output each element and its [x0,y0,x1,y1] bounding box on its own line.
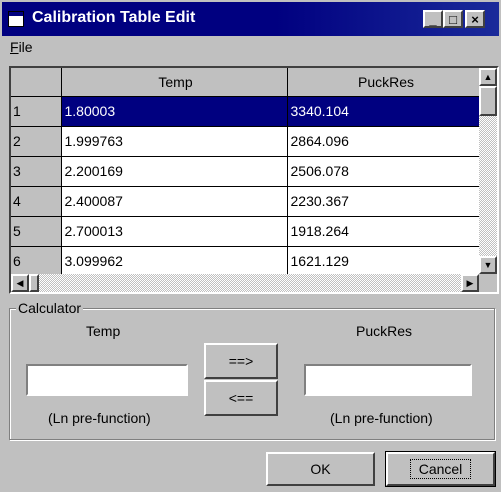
grid-corner [11,68,62,97]
calibration-window: Calibration Table Edit _ □ × File Temp P… [0,0,501,492]
menu-file[interactable]: File [10,39,33,55]
scroll-up-button[interactable]: ▲ [479,68,497,86]
convert-to-temp-label: <== [228,390,254,406]
window-icon [8,11,24,27]
ok-label: OK [310,461,331,477]
table-row[interactable]: 5 2.700013 1918.264 [11,216,483,247]
temp-cell[interactable]: 2.700013 [61,216,288,247]
puckres-cell[interactable]: 3340.104 [287,96,483,127]
temp-cell[interactable]: 3.099962 [61,246,288,277]
row-header[interactable]: 4 [11,186,62,217]
title-bar[interactable]: Calibration Table Edit _ □ × [2,2,499,36]
puckres-cell[interactable]: 1621.129 [287,246,483,277]
scroll-down-icon: ▼ [483,260,493,270]
ok-button[interactable]: OK [266,452,375,486]
convert-to-puckres-label: ==> [228,353,254,369]
temp-cell[interactable]: 1.80003 [61,96,288,127]
row-header[interactable]: 6 [11,246,62,277]
temp-cell[interactable]: 2.200169 [61,156,288,187]
column-header-puckres[interactable]: PuckRes [287,68,483,97]
minimize-icon: _ [429,11,437,27]
table-row[interactable]: 6 3.099962 1621.129 [11,246,483,277]
menu-bar: File [2,36,499,60]
maximize-button[interactable]: □ [443,10,463,28]
grid-header-row: Temp PuckRes [11,68,483,97]
scroll-right-button[interactable]: ▶ [461,274,479,292]
cancel-button[interactable]: Cancel [385,451,496,487]
scroll-up-icon: ▲ [483,72,493,82]
calculator-group-label: Calculator [16,300,84,316]
vertical-scroll-thumb[interactable] [479,86,497,116]
cancel-label: Cancel [409,459,472,479]
convert-to-temp-button[interactable]: <== [204,380,278,416]
table-row[interactable]: 3 2.200169 2506.078 [11,156,483,187]
puckres-cell[interactable]: 2230.367 [287,186,483,217]
row-header[interactable]: 2 [11,126,62,157]
puckres-cell[interactable]: 2506.078 [287,156,483,187]
temp-cell[interactable]: 2.400087 [61,186,288,217]
puckres-cell[interactable]: 1918.264 [287,216,483,247]
row-header[interactable]: 1 [11,96,62,127]
close-button[interactable]: × [465,10,485,28]
grid-table: Temp PuckRes 1 1.80003 3340.104 2 1.9997… [11,68,483,277]
calc-puckres-label: PuckRes [356,323,413,339]
row-header[interactable]: 3 [11,156,62,187]
column-header-temp[interactable]: Temp [61,68,288,97]
puckres-cell[interactable]: 2864.096 [287,126,483,157]
scroll-left-icon: ◀ [16,277,24,288]
table-row[interactable]: 1 1.80003 3340.104 [11,96,483,127]
scroll-right-icon: ▶ [466,277,474,288]
scroll-left-button[interactable]: ◀ [11,274,29,292]
horizontal-scroll-thumb[interactable] [29,274,39,292]
minimize-button[interactable]: _ [423,10,443,28]
vertical-scrollbar[interactable]: ▲ ▼ [479,68,497,274]
row-header[interactable]: 5 [11,216,62,247]
table-row[interactable]: 2 1.999763 2864.096 [11,126,483,157]
calc-puckres-input[interactable] [304,364,472,396]
calibration-grid[interactable]: Temp PuckRes 1 1.80003 3340.104 2 1.9997… [9,66,499,294]
calc-temp-label: Temp [86,323,121,339]
calc-temp-note: (Ln pre-function) [48,410,151,426]
calc-puckres-note: (Ln pre-function) [330,410,433,426]
scrollbar-corner [479,274,497,292]
calc-temp-input[interactable] [26,364,188,396]
scroll-down-button[interactable]: ▼ [479,256,497,274]
horizontal-scrollbar[interactable]: ◀ ▶ [11,274,479,292]
temp-cell[interactable]: 1.999763 [61,126,288,157]
convert-to-puckres-button[interactable]: ==> [204,343,278,379]
window-title: Calibration Table Edit [32,9,196,26]
maximize-icon: □ [449,11,457,27]
close-icon: × [471,11,479,27]
table-row[interactable]: 4 2.400087 2230.367 [11,186,483,217]
